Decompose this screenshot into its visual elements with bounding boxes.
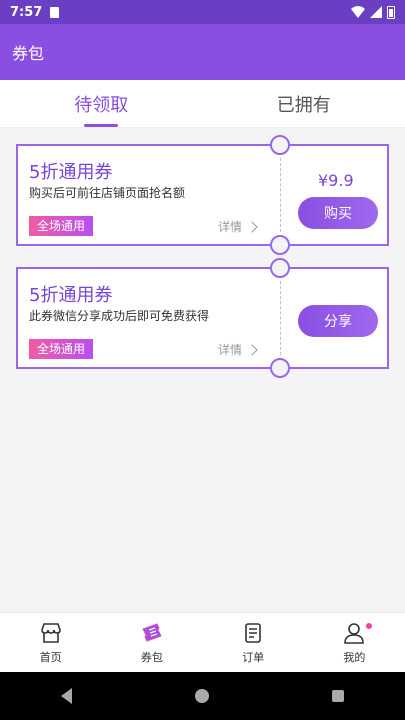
share-button[interactable]: 分享 [298,305,378,337]
tab-owned[interactable]: 已拥有 [203,80,405,127]
coupon-price: ¥9.9 [318,171,354,190]
signal-icon [370,6,382,18]
details-label: 详情 [218,220,243,234]
coupon-notch [270,235,290,255]
recent-apps-icon[interactable] [331,690,344,702]
coupon-description: 此券微信分享成功后即可免费获得 [29,309,210,323]
nav-orders-label: 订单 [242,650,265,664]
tab-owned-label: 已拥有 [276,94,331,116]
order-icon [245,622,261,643]
nav-profile[interactable]: 我的 [304,613,405,672]
back-icon[interactable] [61,688,73,704]
bottom-nav: 首页 券包 订单 我的 [0,612,405,672]
page-title: 券包 [12,44,45,63]
sd-card-icon [50,6,60,18]
nav-home-label: 首页 [39,650,62,664]
coupon-card: 5折通用券 购买后可前往店铺页面抢名额 全场通用 详情 ¥9.9 购买 [16,135,389,255]
tab-pending-label: 待领取 [74,94,129,116]
nav-home[interactable]: 首页 [0,613,101,672]
nav-coupons-label: 券包 [140,650,163,664]
coupon-tag: 全场通用 [29,339,94,359]
coupon-divider [280,281,281,355]
coupon-divider [280,158,281,232]
nav-orders[interactable]: 订单 [203,613,304,672]
system-nav-bar [0,672,405,720]
details-label: 详情 [218,343,243,357]
coupon-tag: 全场通用 [29,216,94,236]
coupon-description: 购买后可前往店铺页面抢名额 [29,186,186,200]
buy-button[interactable]: 购买 [298,197,378,229]
nav-profile-label: 我的 [343,650,366,664]
coupon-name: 5折通用券 [29,285,113,306]
coupon-notch [270,358,290,378]
status-bar: 7:57 [0,0,405,24]
coupon-notch [270,135,290,155]
tab-indicator [84,124,119,127]
tab-bar: 待领取 已拥有 [0,80,405,128]
ticket-icon [142,622,162,642]
chevron-right-icon [246,343,258,356]
coupon-details-link[interactable]: 详情 [218,341,258,358]
shop-icon [40,622,61,643]
coupon-details-link[interactable]: 详情 [218,218,258,235]
chevron-right-icon [246,220,258,233]
wifi-icon [351,6,365,18]
battery-icon [387,5,395,19]
notification-dot [365,623,372,629]
status-time: 7:57 [10,4,43,20]
app-bar: 券包 [0,24,405,80]
home-icon[interactable] [194,689,209,703]
coupon-card: 5折通用券 此券微信分享成功后即可免费获得 全场通用 详情 分享 [16,258,389,378]
nav-coupons[interactable]: 券包 [101,613,202,672]
coupon-name: 5折通用券 [29,162,113,183]
tab-pending[interactable]: 待领取 [0,80,203,127]
user-icon [344,622,365,644]
coupon-notch [270,258,290,278]
